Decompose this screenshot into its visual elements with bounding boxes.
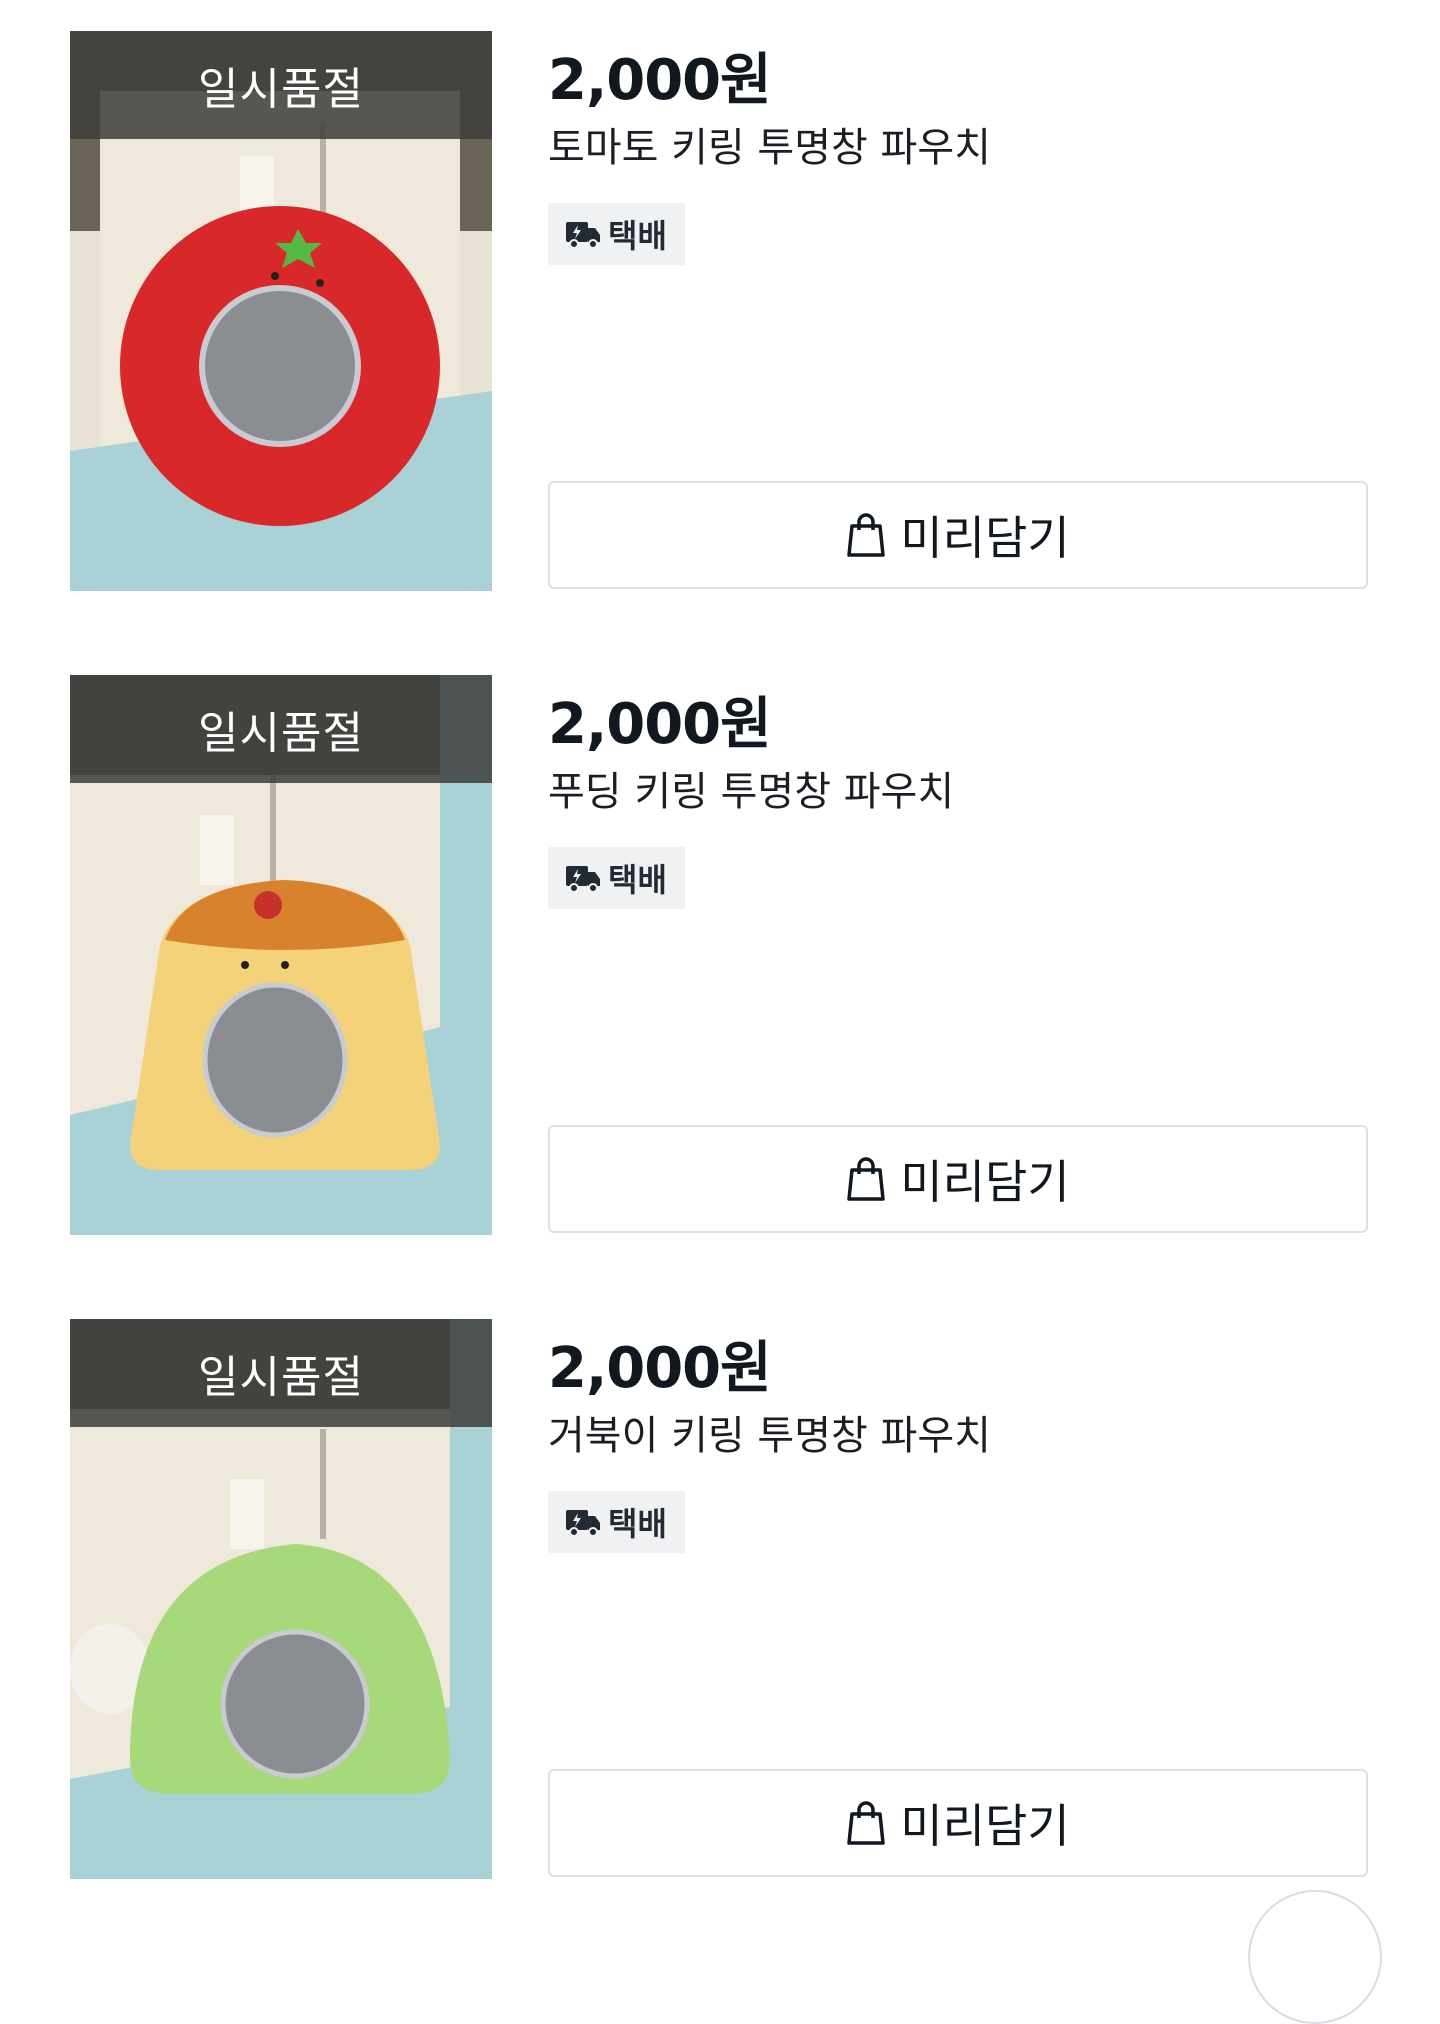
pre-cart-button[interactable]: 미리담기 bbox=[548, 1125, 1368, 1233]
product-price: 2,000원 bbox=[548, 692, 772, 757]
delivery-badge: 택배 bbox=[548, 847, 685, 909]
delivery-badge: 택배 bbox=[548, 203, 685, 265]
delivery-label: 택배 bbox=[608, 217, 667, 255]
pre-cart-label: 미리담기 bbox=[900, 1155, 1070, 1209]
shopping-bag-icon bbox=[847, 513, 886, 557]
shopping-bag-icon bbox=[847, 1157, 886, 1201]
pre-cart-button[interactable]: 미리담기 bbox=[548, 1769, 1368, 1877]
product-thumbnail[interactable]: 일시품절 bbox=[70, 1319, 492, 1879]
scroll-to-top-button[interactable] bbox=[1248, 1890, 1382, 2024]
delivery-truck-icon bbox=[566, 866, 600, 893]
shopping-bag-icon bbox=[847, 1801, 886, 1845]
product-name[interactable]: 거북이 키링 투명창 파우치 bbox=[548, 1403, 991, 1461]
list-item[interactable]: 일시품절 2,000원 푸딩 키링 투명창 파우치 택배 미리담기 bbox=[70, 675, 1370, 1235]
soldout-overlay: 일시품절 bbox=[70, 675, 492, 783]
product-thumbnail[interactable]: 일시품절 bbox=[70, 675, 492, 1235]
product-price: 2,000원 bbox=[548, 48, 772, 113]
delivery-truck-icon bbox=[566, 222, 600, 249]
product-price: 2,000원 bbox=[548, 1336, 772, 1401]
product-name[interactable]: 푸딩 키링 투명창 파우치 bbox=[548, 759, 954, 817]
list-item[interactable]: 일시품절 2,000원 거북이 키링 투명창 파우치 택배 미리담기 bbox=[70, 1319, 1370, 1879]
soldout-overlay: 일시품절 bbox=[70, 1319, 492, 1427]
pre-cart-label: 미리담기 bbox=[900, 1799, 1070, 1853]
soldout-overlay: 일시품절 bbox=[70, 31, 492, 139]
delivery-label: 택배 bbox=[608, 861, 667, 899]
product-name[interactable]: 토마토 키링 투명창 파우치 bbox=[548, 115, 991, 173]
delivery-label: 택배 bbox=[608, 1505, 667, 1543]
delivery-truck-icon bbox=[566, 1510, 600, 1537]
product-thumbnail[interactable]: 일시품절 bbox=[70, 31, 492, 591]
list-item[interactable]: 일시품절 2,000원 토마토 키링 투명창 파우치 택배 미리담기 bbox=[70, 31, 1370, 591]
pre-cart-button[interactable]: 미리담기 bbox=[548, 481, 1368, 589]
pre-cart-label: 미리담기 bbox=[900, 511, 1070, 565]
delivery-badge: 택배 bbox=[548, 1491, 685, 1553]
